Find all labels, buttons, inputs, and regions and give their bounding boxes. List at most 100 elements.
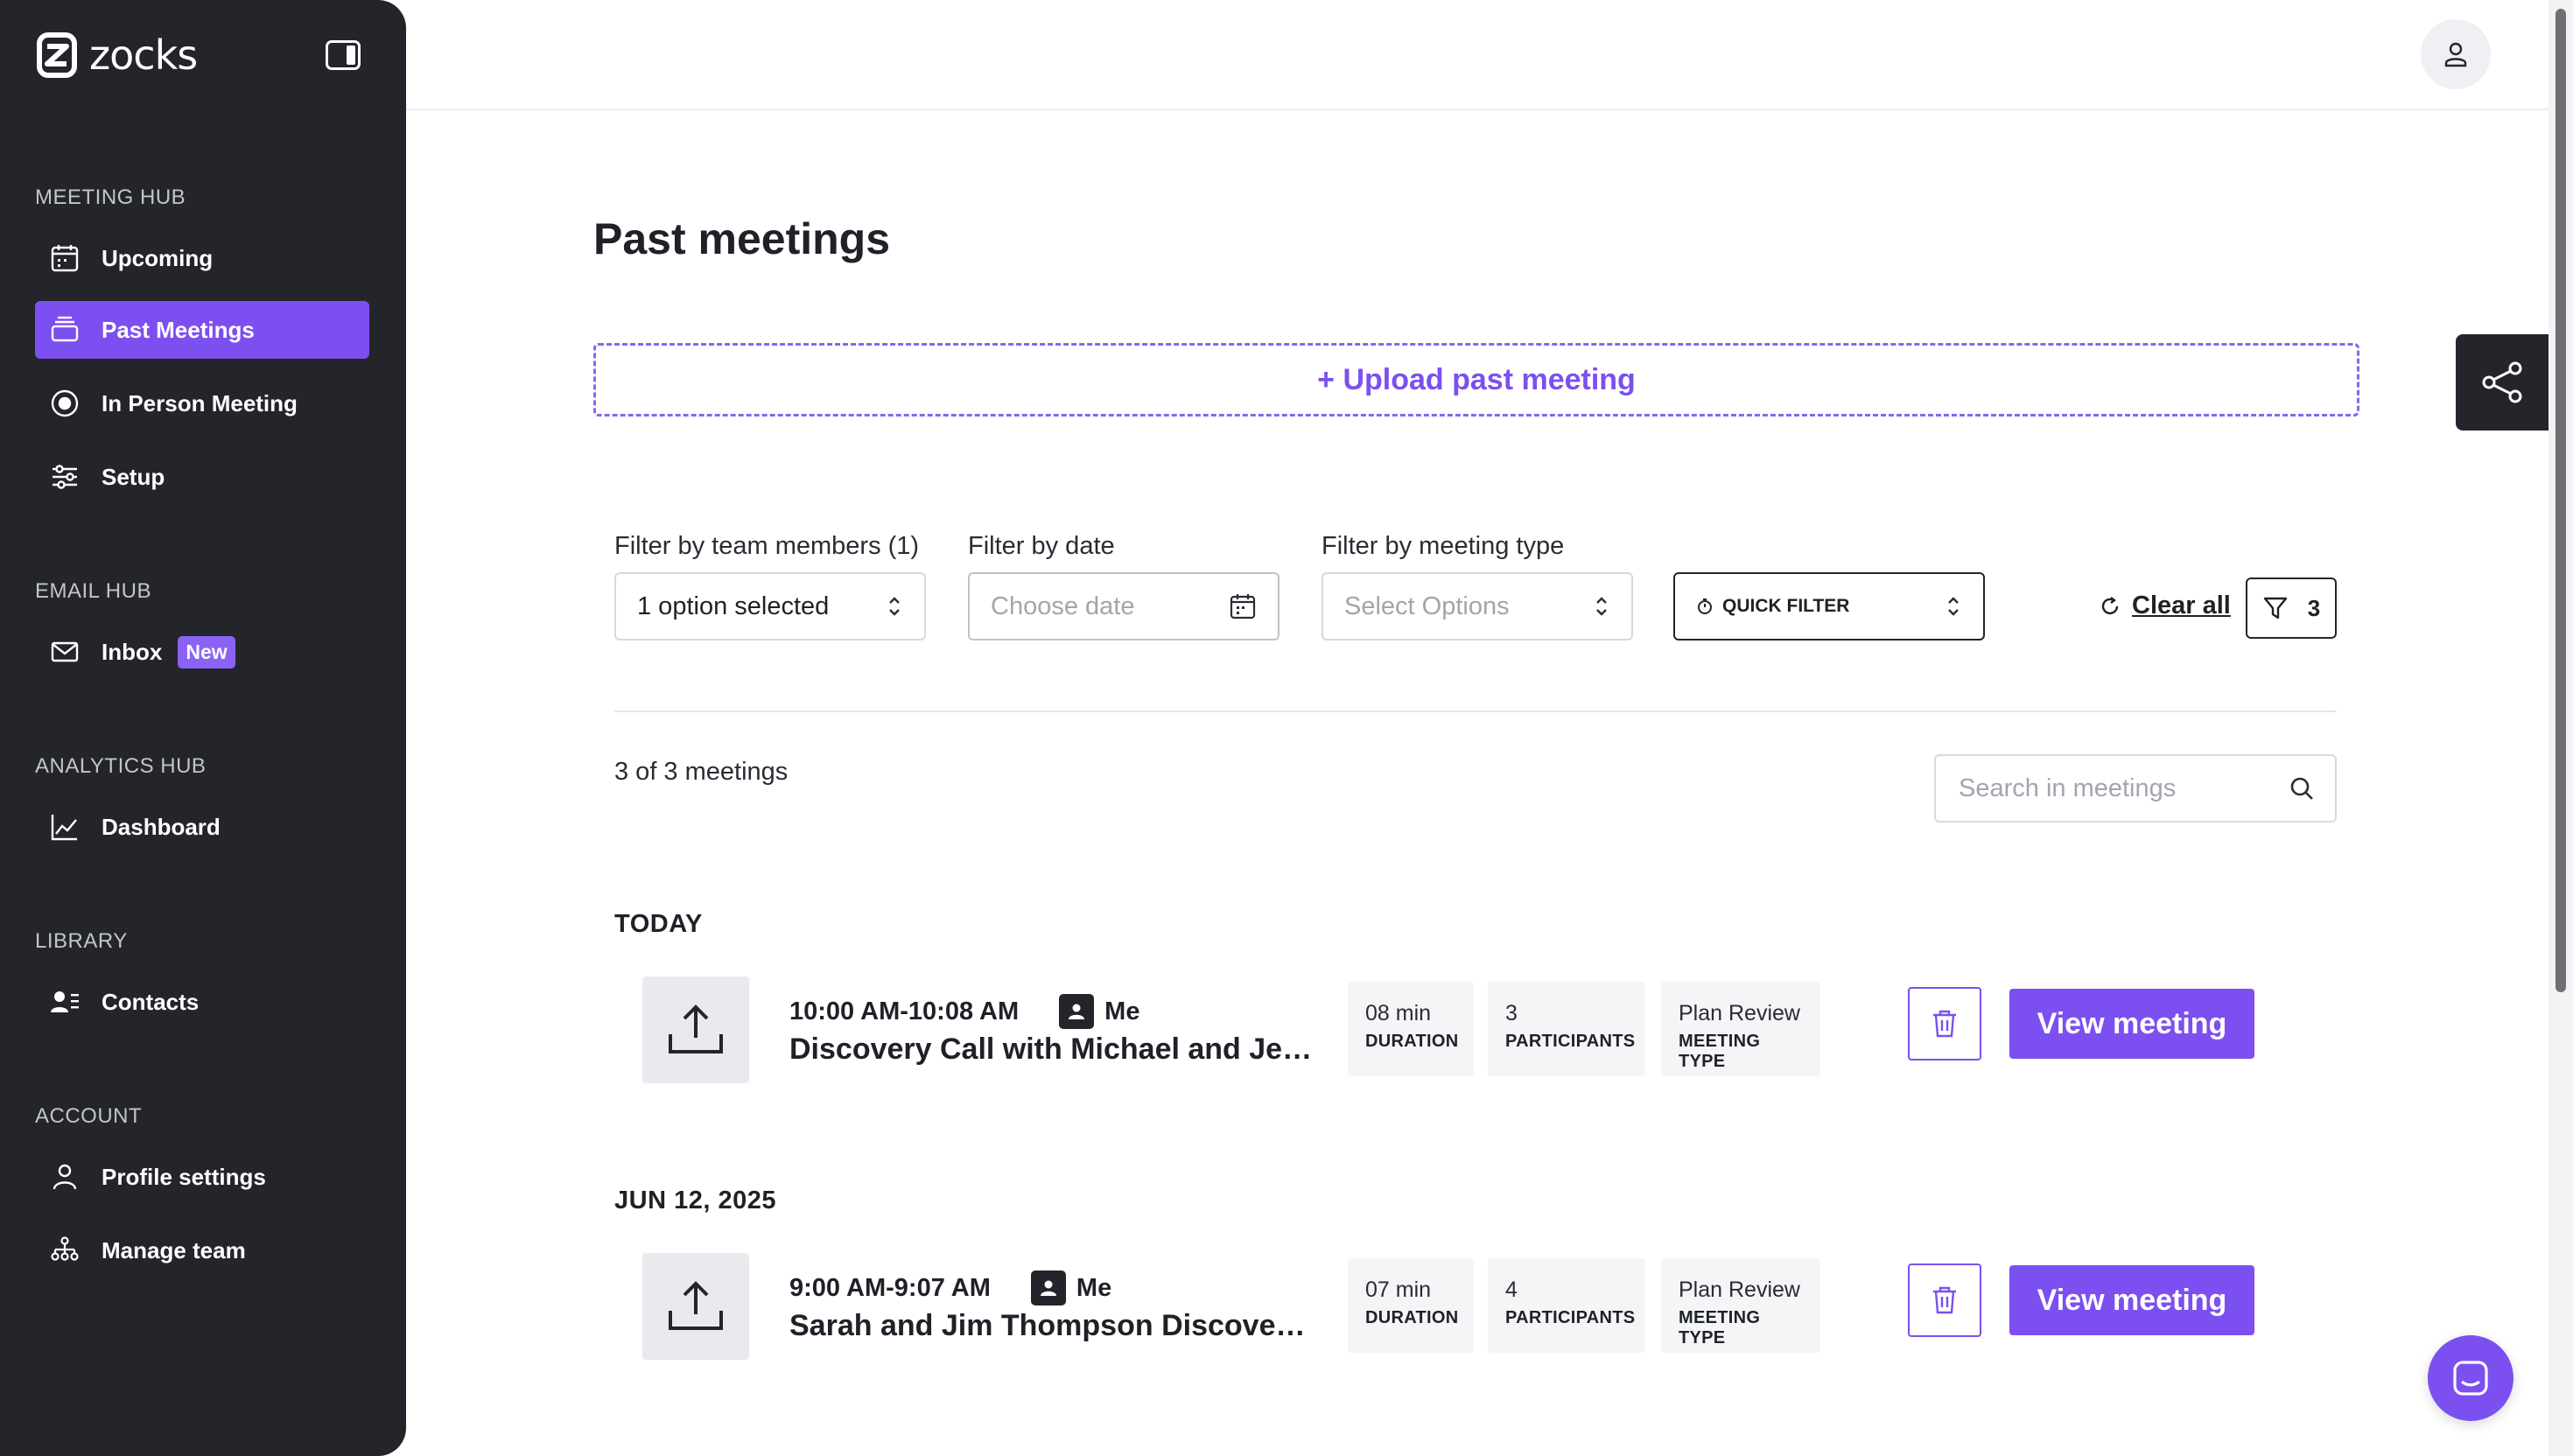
- sidebar: zocks MEETING HUB Upcoming Past Meetings…: [0, 0, 406, 1456]
- filter-team-select[interactable]: 1 option selected: [614, 572, 926, 640]
- meeting-time-row: 10:00 AM-10:08 AM Me: [789, 994, 1139, 1029]
- sidebar-item-past-meetings[interactable]: Past Meetings: [35, 301, 369, 359]
- delete-meeting-button[interactable]: [1908, 987, 1981, 1060]
- participants-label: PARTICIPANTS: [1505, 1308, 1636, 1327]
- top-bar: [406, 0, 2548, 110]
- funnel-icon: [2263, 597, 2287, 620]
- section-title-meeting-hub: MEETING HUB: [35, 186, 186, 209]
- contacts-icon: [47, 984, 82, 1019]
- sidebar-item-label: In Person Meeting: [102, 389, 298, 416]
- user-icon: [47, 1159, 82, 1194]
- quick-filter-value: QUICK FILTER: [1722, 596, 1850, 616]
- upload-past-meeting-button[interactable]: + Upload past meeting: [593, 343, 2359, 416]
- sidebar-item-dashboard[interactable]: Dashboard: [35, 798, 369, 856]
- page-title: Past meetings: [593, 214, 891, 263]
- meeting-thumbnail: [642, 976, 749, 1083]
- sidebar-item-upcoming[interactable]: Upcoming: [35, 229, 369, 287]
- person-icon: [1059, 994, 1095, 1029]
- meeting-thumbnail: [642, 1253, 749, 1360]
- meeting-time-row: 9:00 AM-9:07 AM Me: [789, 1270, 1111, 1306]
- mail-icon: [47, 634, 82, 669]
- duration-value: 07 min: [1365, 1278, 1432, 1302]
- chat-icon: [2453, 1361, 2488, 1396]
- section-title-email-hub: EMAIL HUB: [35, 579, 151, 603]
- chat-launcher-button[interactable]: [2428, 1335, 2513, 1421]
- collapse-sidebar-icon[interactable]: [326, 40, 361, 70]
- filter-team-label: Filter by team members (1): [614, 532, 920, 560]
- quick-filter-select[interactable]: QUICK FILTER: [1673, 572, 1985, 640]
- sidebar-item-label: Manage team: [102, 1236, 246, 1264]
- delete-meeting-button[interactable]: [1908, 1264, 1981, 1337]
- sidebar-item-setup[interactable]: Setup: [35, 448, 369, 506]
- brand-name: zocks: [89, 32, 198, 79]
- active-filters-button[interactable]: 3: [2246, 578, 2337, 639]
- meeting-time: 9:00 AM-9:07 AM: [789, 1273, 991, 1302]
- section-title-library: LIBRARY: [35, 929, 128, 953]
- sidebar-item-in-person-meeting[interactable]: In Person Meeting: [35, 374, 369, 432]
- user-avatar[interactable]: [2421, 19, 2491, 89]
- upload-icon: [669, 1281, 723, 1330]
- team-icon: [47, 1233, 82, 1268]
- brand-logo[interactable]: zocks: [37, 32, 198, 79]
- sidebar-item-profile-settings[interactable]: Profile settings: [35, 1148, 369, 1206]
- meeting-owner: Me: [1030, 1270, 1112, 1306]
- meeting-row[interactable]: 10:00 AM-10:08 AM Me Discovery Call with…: [642, 976, 2270, 1085]
- filter-type-label: Filter by meeting type: [1322, 532, 1565, 560]
- filter-team-value: 1 option selected: [637, 592, 830, 620]
- group-date-jun-12: JUN 12, 2025: [614, 1186, 776, 1214]
- meeting-participants: 3 PARTICIPANTS: [1488, 982, 1645, 1076]
- zocks-logo-icon: [37, 32, 77, 78]
- participants-value: 4: [1505, 1278, 1518, 1302]
- sidebar-item-label: Dashboard: [102, 813, 221, 840]
- refresh-icon: [2101, 596, 2119, 614]
- meeting-owner-label: Me: [1076, 1273, 1112, 1302]
- quick-filter-label-wrap: QUICK FILTER: [1696, 596, 1849, 617]
- trash-icon: [1933, 1010, 1956, 1038]
- clear-all-label: Clear all: [2132, 592, 2231, 620]
- sidebar-item-label: Setup: [102, 463, 165, 490]
- filter-date-input[interactable]: Choose date: [968, 572, 1279, 640]
- participants-label: PARTICIPANTS: [1505, 1032, 1636, 1051]
- calendar-icon[interactable]: [1229, 592, 1257, 620]
- search-input[interactable]: Search in meetings: [1934, 754, 2337, 822]
- new-badge: New: [178, 635, 235, 668]
- clear-all-button[interactable]: Clear all: [2099, 592, 2231, 620]
- meeting-owner-label: Me: [1104, 997, 1140, 1026]
- sidebar-item-label: Contacts: [102, 988, 200, 1015]
- sidebar-item-label: Inbox: [102, 638, 163, 665]
- meeting-type: Plan Review MEETING TYPE: [1661, 982, 1820, 1076]
- meeting-title[interactable]: Sarah and Jim Thompson Discovery Call: [789, 1309, 1315, 1343]
- group-date-today: TODAY: [614, 910, 703, 938]
- filter-date-label: Filter by date: [968, 532, 1115, 560]
- chart-line-icon: [47, 809, 82, 844]
- meeting-participants: 4 PARTICIPANTS: [1488, 1258, 1645, 1353]
- scrollbar-thumb[interactable]: [2555, 9, 2566, 992]
- meeting-duration: 08 min DURATION: [1348, 982, 1474, 1076]
- filter-date-placeholder: Choose date: [991, 592, 1135, 620]
- sliders-icon: [47, 459, 82, 494]
- duration-label: DURATION: [1365, 1308, 1459, 1327]
- section-title-analytics-hub: ANALYTICS HUB: [35, 754, 207, 778]
- duration-value: 08 min: [1365, 1001, 1432, 1026]
- meetings-count: 3 of 3 meetings: [614, 758, 789, 786]
- sidebar-item-manage-team[interactable]: Manage team: [35, 1222, 369, 1279]
- page-scrollbar[interactable]: [2548, 0, 2573, 1456]
- search-icon[interactable]: [2288, 774, 2316, 802]
- sidebar-item-inbox[interactable]: Inbox New: [35, 623, 369, 681]
- meeting-row[interactable]: 9:00 AM-9:07 AM Me Sarah and Jim Thompso…: [642, 1253, 2270, 1362]
- sidebar-item-contacts[interactable]: Contacts: [35, 973, 369, 1031]
- view-meeting-button[interactable]: View meeting: [2009, 989, 2254, 1059]
- meeting-duration: 07 min DURATION: [1348, 1258, 1474, 1353]
- sidebar-item-label: Upcoming: [102, 244, 214, 271]
- meeting-type-label: MEETING TYPE: [1679, 1308, 1761, 1348]
- chevron-updown-icon: [1596, 597, 1607, 616]
- share-button[interactable]: [2456, 334, 2548, 430]
- duration-label: DURATION: [1365, 1032, 1459, 1051]
- meeting-title[interactable]: Discovery Call with Michael and Jennifer: [789, 1032, 1315, 1067]
- filter-type-select[interactable]: Select Options: [1322, 572, 1633, 640]
- search-placeholder: Search in meetings: [1959, 774, 2177, 802]
- upload-icon: [669, 1004, 723, 1054]
- view-meeting-button[interactable]: View meeting: [2009, 1265, 2254, 1335]
- meeting-owner: Me: [1059, 994, 1139, 1029]
- meeting-type: Plan Review MEETING TYPE: [1661, 1258, 1820, 1353]
